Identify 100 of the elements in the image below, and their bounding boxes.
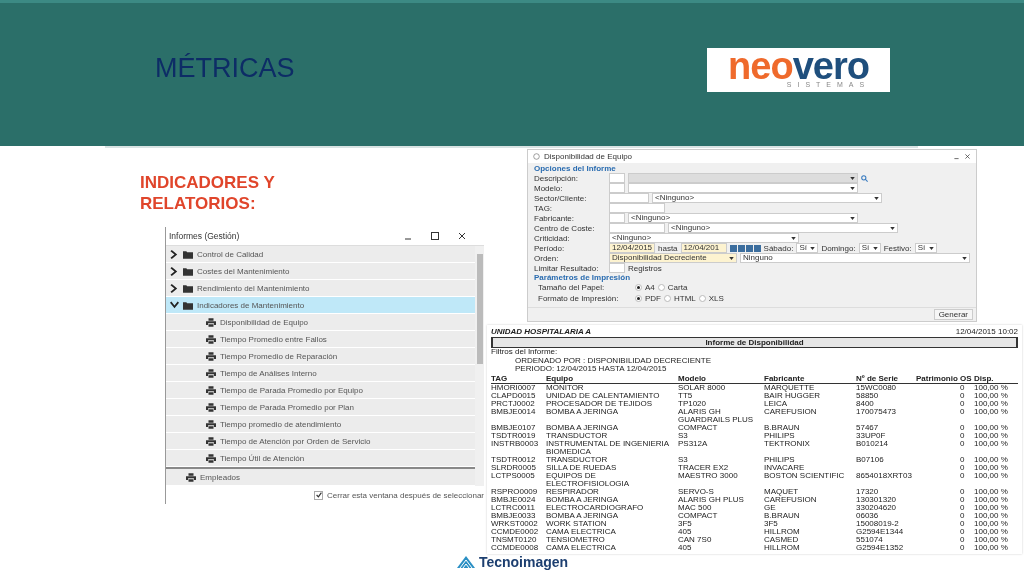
table-cell-text: B07106: [856, 455, 885, 464]
tree-item-label: Empleados: [200, 472, 241, 482]
dropdown[interactable]: <Ninguno>: [652, 193, 882, 203]
field-label: Sábado:: [763, 243, 794, 253]
radio-button[interactable]: [635, 284, 642, 291]
tree-item-label: Tiempo Promedio de Reparación: [220, 351, 338, 361]
input-field[interactable]: [609, 183, 625, 193]
input-field[interactable]: [609, 213, 625, 223]
table-cell: CAMA ELECTRICA: [546, 543, 678, 552]
tree-item[interactable]: Control de Calidad: [166, 246, 475, 263]
table-cell: CAREFUSION: [764, 407, 856, 424]
dropdown[interactable]: Sí: [796, 243, 819, 253]
table-cell: INSTRUMENTAL DE INGENIERIA BIOMEDICA: [546, 439, 678, 456]
table-cell: CCMDE0008: [491, 543, 546, 552]
search-icon[interactable]: [861, 174, 868, 182]
table-cell: TRANSDUCTOR: [546, 455, 678, 464]
table-cell: SERVO-S: [678, 487, 764, 496]
tree-item[interactable]: Tiempo Útil de Atención: [166, 450, 475, 467]
printer-icon: [206, 317, 216, 327]
table-cell-text: G2594E1344: [856, 527, 905, 536]
input-field[interactable]: [609, 193, 649, 203]
field-label: Limitar Resultado:: [534, 263, 600, 273]
chevron-down-icon[interactable]: [170, 300, 179, 310]
tree-item-label: Control de Calidad: [197, 249, 264, 259]
table-cell: HILLROM: [764, 543, 856, 552]
table-cell-text: 100,00 %: [974, 455, 1009, 464]
table-cell: ALARIS GH PLUS: [678, 495, 764, 504]
table-cell: 405: [678, 543, 764, 552]
dropdown[interactable]: Disponibilidad Decreciente: [609, 253, 737, 263]
column-header: Patrimonio: [916, 373, 960, 383]
maximize-icon[interactable]: [430, 231, 440, 241]
dropdown[interactable]: <Ninguno>: [609, 233, 799, 243]
table-cell: SLRDR0005: [491, 463, 546, 472]
window-title: Informes (Gestión): [169, 231, 241, 241]
table-cell: MONITOR: [546, 383, 678, 392]
tree-item[interactable]: Indicadores de Mantenimiento: [166, 297, 475, 314]
input-field[interactable]: [609, 263, 625, 273]
printer-icon: [206, 368, 216, 378]
dropdown[interactable]: <Ninguno>: [628, 213, 858, 223]
table-cell: BMBJE0014: [491, 407, 546, 424]
tree-item[interactable]: Empleados: [166, 469, 475, 486]
tree-item[interactable]: Tiempo de Parada Promedio por Plan: [166, 399, 475, 416]
input-field[interactable]: [609, 203, 665, 213]
dropdown[interactable]: Sí: [914, 243, 937, 253]
table-cell: 3F5: [764, 519, 856, 528]
date-field[interactable]: 12/04/201: [680, 243, 727, 253]
column-header: Equipo: [546, 373, 678, 383]
tree-item[interactable]: Rendimiento del Mantenimiento: [166, 280, 475, 297]
table-cell-text: 100,00 %: [974, 487, 1009, 496]
table-cell: CLAPD0015: [491, 391, 546, 400]
field-label: Fabricante:: [534, 213, 576, 223]
field-label: Tamaño del Papel:: [538, 283, 606, 292]
radio-button[interactable]: [698, 295, 706, 302]
radio-button[interactable]: [635, 295, 642, 302]
table-cell: COMPACT: [678, 423, 764, 432]
date-field[interactable]: 12/04/2015: [609, 243, 655, 253]
tree-item[interactable]: Tiempo de Análises Interno: [166, 365, 475, 382]
generate-button[interactable]: Generar: [933, 309, 973, 320]
tree-item[interactable]: Tiempo de Atención por Orden de Servicio: [166, 433, 475, 450]
table-cell: ALARIS GH GUARDRAILS PLUS: [678, 407, 764, 424]
caret-icon: [872, 246, 878, 250]
table-cell: BAIR HUGGER: [764, 391, 856, 400]
printer-icon: [206, 385, 216, 395]
input-field[interactable]: [609, 173, 625, 183]
tree-item[interactable]: Disponibilidad de Equipo: [166, 314, 475, 331]
radio-button[interactable]: [664, 295, 671, 302]
table-cell: BOMBA A JERINGA: [546, 511, 678, 520]
input-field[interactable]: [609, 223, 665, 233]
table-cell: LCTPS0005: [491, 471, 546, 488]
dropdown[interactable]: Sí: [858, 243, 881, 253]
table-cell: 0: [960, 399, 974, 408]
field-label: hasta: [658, 243, 678, 253]
table-cell: 100,00 %: [974, 383, 1018, 392]
close-icon[interactable]: [457, 231, 467, 241]
tree-item[interactable]: Tiempo promedio de atendimiento: [166, 416, 475, 433]
dropdown[interactable]: <Ninguno>: [668, 223, 898, 233]
printer-icon: [206, 419, 216, 429]
table-cell: BOMBA A JERINGA: [546, 423, 678, 432]
dropdown[interactable]: Ninguno: [740, 253, 970, 263]
scrollbar[interactable]: [475, 246, 484, 486]
tree-item[interactable]: Tiempo Promedio de Reparación: [166, 348, 475, 365]
radio-button[interactable]: [657, 284, 665, 291]
table-cell: TEKTRONIX: [764, 439, 856, 456]
tree-item[interactable]: Costes del Mantenimiento: [166, 263, 475, 280]
table-cell-text: 100,00 %: [974, 391, 1009, 400]
table-cell-text: 100,00 %: [974, 495, 1009, 504]
table-cell-text: 100,00 %: [974, 431, 1009, 440]
caret-icon: [962, 256, 967, 260]
checkbox[interactable]: [314, 490, 323, 500]
table-cell: HMORI0007: [491, 383, 546, 392]
field-label: Registros: [628, 263, 662, 273]
slide-title: MÉTRICAS: [155, 53, 295, 84]
tree-item[interactable]: Tiempo Promedio entre Fallos: [166, 331, 475, 348]
table-cell: TNSMT0120: [491, 535, 546, 544]
printer-icon: [206, 334, 216, 344]
dropdown[interactable]: [628, 183, 858, 193]
table-cell: 15WC0080: [856, 383, 916, 392]
table-cell-text: 551074: [856, 535, 884, 544]
tree-item[interactable]: Tiempo de Parada Promedio por Equipo: [166, 382, 475, 399]
table-cell-text: 100,00 %: [974, 527, 1009, 536]
